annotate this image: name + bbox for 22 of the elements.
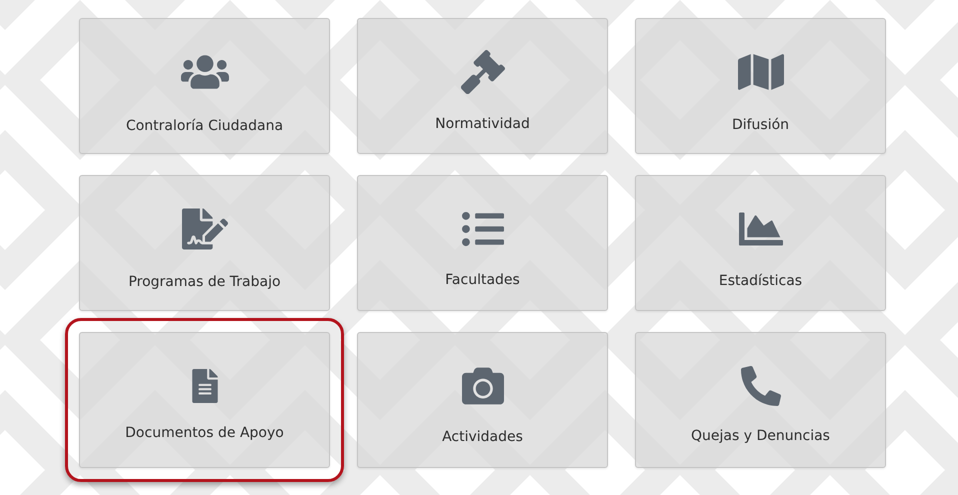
tile-label: Normatividad: [435, 116, 530, 132]
tile-label: Quejas y Denuncias: [691, 428, 830, 444]
menu-tile[interactable]: Contraloría Ciudadana: [79, 18, 330, 154]
menu-tile[interactable]: Programas de Trabajo: [79, 175, 330, 311]
menu-tile[interactable]: Actividades: [357, 332, 608, 468]
tile-label: Difusión: [732, 117, 790, 133]
phone-icon: [740, 366, 780, 406]
camera-icon: [462, 365, 504, 407]
tile-label: Estadísticas: [718, 273, 802, 289]
tile-label: Documentos de Apoyo: [125, 425, 284, 441]
tile-label: Actividades: [442, 429, 523, 445]
gavel-icon: [460, 50, 504, 94]
menu-tile[interactable]: Documentos de Apoyo: [79, 332, 330, 468]
menu-tile[interactable]: Quejas y Denuncias: [635, 332, 886, 468]
menu-tile[interactable]: Difusión: [635, 18, 886, 154]
tile-label: Facultades: [445, 272, 520, 288]
menu-tile[interactable]: Facultades: [357, 175, 608, 311]
tile-label: Contraloría Ciudadana: [126, 118, 284, 134]
tile-label: Programas de Trabajo: [128, 274, 281, 290]
menu-tile[interactable]: Normatividad: [357, 18, 608, 154]
signed-document-icon: [182, 206, 228, 252]
menu-tile[interactable]: Estadísticas: [635, 175, 886, 311]
